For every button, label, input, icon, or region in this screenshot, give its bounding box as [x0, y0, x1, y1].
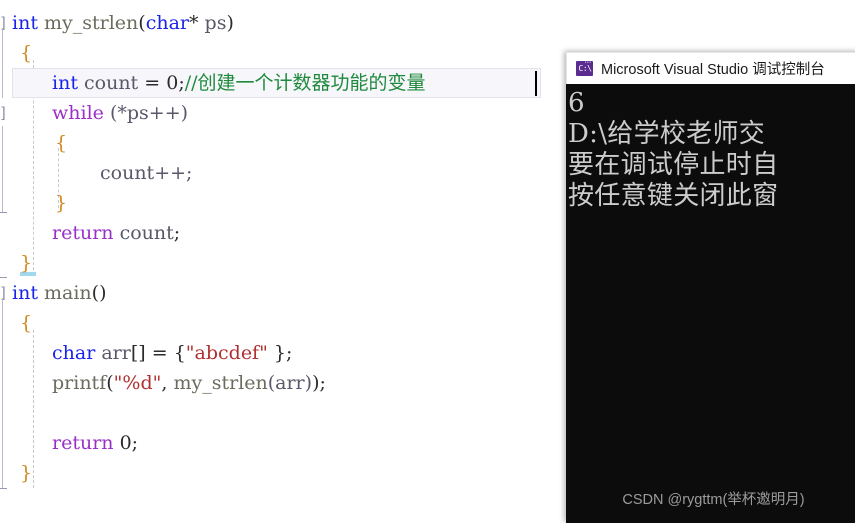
token-keyword-int-2: int — [52, 72, 78, 94]
code-line-3[interactable]: int count = 0;//创建一个计数器功能的变量 — [52, 68, 426, 98]
code-line-5[interactable]: { — [55, 128, 67, 158]
token-function-name: my_strlen — [44, 12, 139, 34]
token-init-brace-open: { — [173, 342, 186, 364]
console-title-text: Microsoft Visual Studio 调试控制台 — [601, 62, 825, 78]
token-brackets: [] — [130, 342, 146, 364]
code-line-4[interactable]: while (*ps++) — [52, 98, 188, 128]
token-equals: = — [144, 72, 161, 94]
token-init-brace-close: }; — [267, 342, 293, 364]
console-title-bar[interactable]: ••• C:\ Microsoft Visual Studio 调试控制台 — [566, 52, 855, 84]
token-keyword-return-2: return — [52, 432, 114, 454]
token-keyword-char-2: char — [52, 342, 96, 364]
token-count-increment: count++; — [100, 162, 193, 184]
screenshot-root: ] ] ] int my_strlen(char* ps) { int coun… — [0, 0, 855, 523]
token-equals-2: = — [151, 342, 168, 364]
token-var-count: count — [84, 72, 139, 94]
code-line-16[interactable]: } — [20, 458, 32, 488]
token-keyword-while: while — [52, 102, 104, 124]
console-output-line-3: 要在调试停止时自 — [568, 150, 779, 180]
token-while-expr: (*ps++) — [109, 102, 189, 124]
token-keyword-return: return — [52, 222, 114, 244]
console-output-line-4: 按任意键关闭此窗 — [568, 181, 779, 211]
code-line-2[interactable]: { — [20, 38, 32, 68]
code-line-12[interactable]: char arr[] = {"abcdef" }; — [52, 338, 292, 368]
token-paren-open: ( — [138, 12, 146, 34]
token-return-zero: 0 — [119, 432, 132, 454]
token-comment: //创建一个计数器功能的变量 — [184, 72, 426, 94]
code-line-8[interactable]: return count; — [52, 218, 180, 248]
token-star: * — [189, 12, 199, 34]
token-parens-main: () — [91, 282, 107, 304]
token-call-arg: (arr) — [267, 372, 313, 394]
debug-console-window[interactable]: ••• C:\ Microsoft Visual Studio 调试控制台 6 … — [566, 52, 855, 523]
code-line-9[interactable]: } — [20, 248, 32, 278]
token-function-printf: printf — [52, 372, 107, 394]
console-output-line-2: D:\给学校老师交 — [568, 119, 766, 149]
token-call-my-strlen: my_strlen — [173, 372, 268, 394]
token-var-arr: arr — [101, 342, 131, 364]
console-output-area[interactable]: 6 D:\给学校老师交 要在调试停止时自 按任意键关闭此窗 CSDN @rygt… — [566, 84, 855, 523]
token-brace-close-fn1: } — [20, 252, 33, 274]
token-brace-open-fn1: { — [20, 42, 33, 64]
token-brace-close-main: } — [20, 462, 33, 484]
code-line-11[interactable]: { — [20, 308, 32, 338]
token-keyword-int: int — [12, 12, 38, 34]
token-keyword-char: char — [145, 12, 189, 34]
token-function-main: main — [44, 282, 92, 304]
code-line-15[interactable]: return 0; — [52, 428, 138, 458]
token-format-string: "%d" — [113, 372, 162, 394]
code-line-1[interactable]: int my_strlen(char* ps) — [12, 8, 234, 38]
token-printf-paren-open: ( — [106, 372, 114, 394]
console-icon-prompt-text: C:\ — [578, 64, 592, 73]
token-paren-close: ) — [226, 12, 234, 34]
csdn-watermark: CSDN @rygttm(举杯邀明月) — [622, 492, 805, 508]
token-number-zero: 0 — [166, 72, 179, 94]
command-prompt-icon: ••• C:\ — [576, 61, 593, 76]
token-printf-close: ); — [312, 372, 326, 394]
code-line-13[interactable]: printf("%d", my_strlen(arr)); — [52, 368, 326, 398]
token-param-ps: ps — [204, 12, 227, 34]
console-output-line-1: 6 — [568, 88, 585, 118]
token-semicolon-2: ; — [173, 222, 181, 244]
token-return-count: count — [119, 222, 174, 244]
code-line-7[interactable]: } — [55, 188, 67, 218]
token-brace-open-main: { — [20, 312, 33, 334]
code-line-6[interactable]: count++; — [100, 158, 192, 188]
code-line-10[interactable]: int main() — [12, 278, 107, 308]
token-brace-open-while: { — [55, 132, 68, 154]
token-keyword-int-3: int — [12, 282, 38, 304]
token-string-abcdef: "abcdef" — [185, 342, 268, 364]
token-semicolon-3: ; — [131, 432, 139, 454]
token-brace-close-while: } — [55, 192, 68, 214]
